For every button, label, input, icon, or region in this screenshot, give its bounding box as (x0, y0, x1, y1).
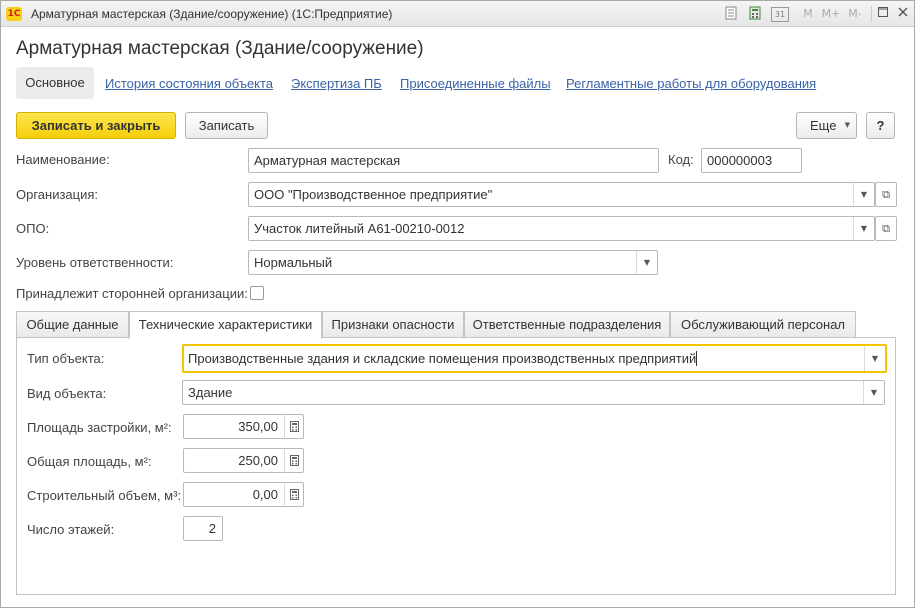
total-area-label: Общая площадь, м²: (27, 454, 152, 469)
floors-label: Число этажей: (27, 522, 115, 537)
tab-personnel[interactable]: Обслуживающий персонал (670, 311, 856, 338)
nav-main[interactable]: Основное (16, 67, 94, 99)
print-doc-icon[interactable] (724, 6, 738, 22)
object-kind-label: Вид объекта: (27, 386, 107, 401)
object-kind-select[interactable]: Здание ▼ (182, 380, 885, 405)
floors-input[interactable]: 2 (183, 516, 223, 541)
chevron-down-icon: ▼ (844, 121, 850, 129)
organization-label: Организация: (16, 187, 99, 202)
nav-link-maintenance[interactable]: Регламентные работы для оборудования (566, 76, 816, 91)
code-input[interactable]: 000000003 (701, 148, 802, 173)
restore-icon[interactable] (877, 6, 889, 22)
memory-m-button[interactable]: M (801, 6, 815, 22)
object-type-label: Тип объекта: (27, 351, 105, 366)
responsibility-select[interactable]: Нормальный ▼ (248, 250, 658, 275)
form-title: Арматурная мастерская (Здание/сооружение… (16, 38, 424, 59)
organization-value: ООО "Производственное предприятие" (254, 187, 493, 202)
memory-mminus-button[interactable]: M- (845, 6, 865, 22)
chevron-down-icon[interactable]: ▼ (853, 183, 874, 206)
tab-general[interactable]: Общие данные (16, 311, 129, 338)
floors-value: 2 (208, 521, 216, 536)
calculator-icon[interactable] (284, 414, 304, 439)
nav-link-attached-files[interactable]: Присоединенные файлы (400, 76, 551, 91)
calculator-icon[interactable] (284, 448, 304, 473)
build-area-input[interactable]: 350,00 (183, 414, 285, 439)
responsibility-value: Нормальный (254, 255, 333, 270)
opo-label: ОПО: (16, 221, 50, 236)
build-area-value: 350,00 (238, 419, 278, 434)
help-button[interactable]: ? (866, 112, 895, 139)
calculator-icon[interactable] (748, 6, 762, 22)
total-area-value: 250,00 (238, 453, 278, 468)
save-and-close-button[interactable]: Записать и закрыть (16, 112, 176, 139)
tab-departments[interactable]: Ответственные подразделения (464, 311, 670, 338)
calendar-icon[interactable]: 31 (771, 7, 789, 22)
organization-input[interactable]: ООО "Производственное предприятие" ▼ (248, 182, 875, 207)
chevron-down-icon[interactable]: ▼ (636, 251, 657, 274)
more-menu-button[interactable]: Еще ▼ (796, 112, 857, 139)
open-opo-icon[interactable]: ⧉ (875, 216, 897, 241)
code-label: Код: (668, 152, 694, 167)
nav-link-expertise[interactable]: Экспертиза ПБ (291, 76, 382, 91)
more-menu-label: Еще (810, 118, 837, 133)
responsibility-label: Уровень ответственности: (16, 255, 174, 270)
chevron-down-icon[interactable]: ▼ (864, 346, 885, 371)
code-value: 000000003 (707, 153, 773, 168)
name-value: Арматурная мастерская (254, 153, 401, 168)
name-label: Наименование: (16, 152, 110, 167)
build-area-label: Площадь застройки, м²: (27, 420, 172, 435)
tab-technical[interactable]: Технические характеристики (129, 311, 322, 339)
object-kind-value: Здание (188, 385, 233, 400)
third-party-checkbox[interactable] (250, 286, 264, 300)
opo-value: Участок литейный А61-00210-0012 (254, 221, 465, 236)
close-icon[interactable] (897, 6, 909, 22)
app-window: 1С Арматурная мастерская (Здание/сооруже… (0, 0, 915, 608)
calculator-icon[interactable] (284, 482, 304, 507)
window-title: Арматурная мастерская (Здание/сооружение… (31, 7, 393, 21)
chevron-down-icon[interactable]: ▼ (863, 381, 884, 404)
object-type-input[interactable]: Производственные здания и складские поме… (182, 344, 887, 373)
1c-logo-icon: 1С (6, 7, 22, 21)
nav-link-state-history[interactable]: История состояния объекта (105, 76, 273, 91)
object-type-value: Производственные здания и складские поме… (188, 351, 697, 366)
title-bar: 1С Арматурная мастерская (Здание/сооруже… (1, 1, 914, 27)
text-cursor (696, 351, 698, 366)
volume-label: Строительный объем, м³: (27, 488, 182, 503)
save-button[interactable]: Записать (185, 112, 268, 139)
name-input[interactable]: Арматурная мастерская (248, 148, 659, 173)
tab-hazards[interactable]: Признаки опасности (322, 311, 464, 338)
open-organization-icon[interactable]: ⧉ (875, 182, 897, 207)
chevron-down-icon[interactable]: ▼ (853, 217, 874, 240)
title-separator (871, 6, 872, 22)
volume-input[interactable]: 0,00 (183, 482, 285, 507)
memory-mplus-button[interactable]: M+ (821, 6, 841, 22)
volume-value: 0,00 (252, 487, 278, 502)
total-area-input[interactable]: 250,00 (183, 448, 285, 473)
opo-input[interactable]: Участок литейный А61-00210-0012 ▼ (248, 216, 875, 241)
third-party-label: Принадлежит сторонней организации: (16, 286, 248, 301)
